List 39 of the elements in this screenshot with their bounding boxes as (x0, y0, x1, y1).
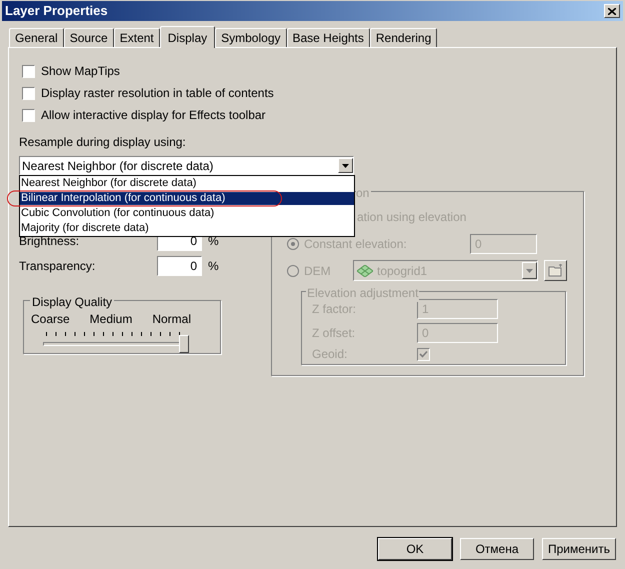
close-button[interactable] (604, 4, 620, 18)
dialog-button[interactable]: Отмена (460, 538, 534, 560)
checkbox-label: Show MapTips (41, 63, 120, 80)
adjustment-label: Transparency: (19, 258, 96, 275)
checkbox[interactable] (22, 86, 35, 100)
folder-icon (548, 264, 564, 277)
checkbox-label: Allow interactive display for Effects toolbar (41, 107, 266, 124)
quality-label: Medium (90, 311, 132, 328)
checkbox[interactable] (22, 64, 35, 78)
tab[interactable]: Extent (114, 28, 160, 47)
raster-icon (357, 264, 373, 276)
slider-thumb[interactable] (179, 335, 189, 353)
tab[interactable]: Base Heights (286, 28, 370, 47)
resample-dropdown[interactable]: Nearest Neighbor (for discrete data) (19, 156, 354, 175)
close-icon (608, 8, 616, 14)
dialog-button[interactable]: OK (378, 538, 452, 560)
quality-label: Normal (152, 311, 191, 328)
unit-label: % (208, 258, 219, 275)
tab[interactable]: Source (64, 28, 114, 47)
dropdown-option[interactable]: Nearest Neighbor (for discrete data) (20, 177, 354, 190)
adjustment-field[interactable]: 0 (157, 256, 202, 276)
window-title: Layer Properties (5, 2, 108, 20)
tab[interactable]: Rendering (370, 28, 438, 47)
caret-icon (342, 164, 349, 168)
dropdown-option[interactable]: Bilinear Interpolation (for continuous data) (20, 192, 354, 205)
tab[interactable]: Symbology (215, 28, 286, 47)
dropdown-arrow-button[interactable] (338, 158, 353, 173)
adjustment-label: Brightness: (19, 234, 80, 250)
tab[interactable]: General (9, 28, 64, 47)
checkbox[interactable] (22, 108, 35, 122)
checkbox-label: Display raster resolution in table of contents (41, 85, 274, 102)
unit-label: % (208, 233, 219, 250)
resample-label: Resample during display using: (19, 134, 187, 151)
dialog-button[interactable]: Применить (542, 538, 616, 560)
dropdown-option[interactable]: Cubic Convolution (for continuous data) (20, 207, 354, 220)
caret-icon (526, 268, 533, 272)
dropdown-value: Nearest Neighbor (for discrete data) (22, 158, 214, 174)
tab[interactable]: Display (160, 26, 216, 48)
quality-label: Coarse (31, 311, 70, 328)
